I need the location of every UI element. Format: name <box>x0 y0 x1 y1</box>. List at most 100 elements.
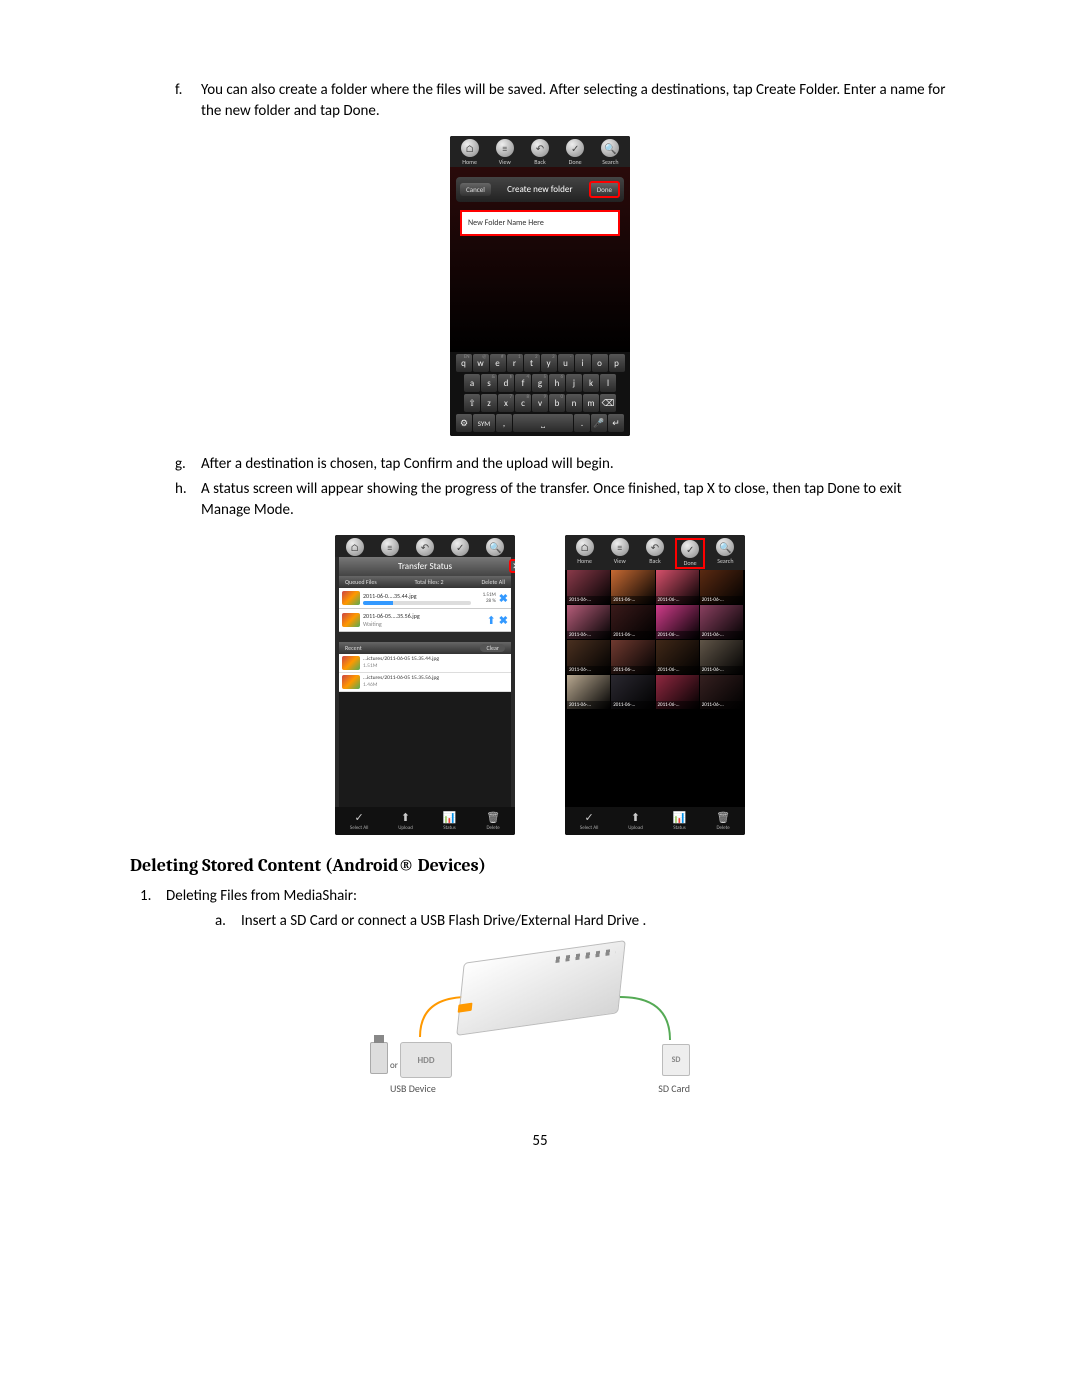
gallery-thumbnail[interactable]: 2011-06-... <box>611 675 654 709</box>
marker: g. <box>175 454 201 475</box>
key-i[interactable]: i <box>575 354 591 372</box>
key-r[interactable]: r1 <box>507 354 523 372</box>
gallery-thumbnail[interactable]: 2011-06-... <box>611 605 654 639</box>
key-o[interactable]: o <box>592 354 608 372</box>
key-⇧[interactable]: ⇧ <box>464 394 480 412</box>
key-g[interactable]: g5 <box>532 374 548 392</box>
back-button[interactable]: ↶Back <box>640 538 670 569</box>
thumbnail-label: 2011-06-... <box>567 701 610 709</box>
gallery-thumbnail[interactable]: 2011-06-... <box>567 605 610 639</box>
key-q[interactable]: qEN <box>456 354 472 372</box>
thumbnail-label: 2011-06-... <box>656 596 699 604</box>
search-button[interactable]: 🔍Search <box>595 139 625 166</box>
folder-name-input[interactable]: New Folder Name Here <box>460 210 620 236</box>
sd-card-label: SD Card <box>658 1082 690 1095</box>
status-button[interactable]: 📊Status <box>443 811 457 831</box>
gallery-thumbnail[interactable]: 2011-06-... <box>611 570 654 604</box>
key-period[interactable]: . <box>574 414 590 432</box>
gallery-thumbnail[interactable]: 2011-06-... <box>567 570 610 604</box>
gallery-thumbnail[interactable]: 2011-06-... <box>700 640 743 674</box>
gallery-thumbnail[interactable]: 2011-06-... <box>656 675 699 709</box>
search-button[interactable]: 🔍Search <box>710 538 740 569</box>
done-button[interactable]: ✓ <box>445 538 475 556</box>
cancel-icon[interactable]: ✖ <box>499 614 508 627</box>
gallery-thumbnail[interactable]: 2011-06-... <box>700 570 743 604</box>
gallery-thumbnail[interactable]: 2011-06-... <box>700 675 743 709</box>
view-button[interactable]: ≡View <box>605 538 635 569</box>
key-comma[interactable]: , <box>496 414 512 432</box>
key-y[interactable]: y3 <box>541 354 557 372</box>
key-settings[interactable]: ⚙ <box>456 414 472 432</box>
key-sym[interactable]: SYM <box>473 414 495 432</box>
key-j[interactable]: j <box>566 374 582 392</box>
key-u[interactable]: u- <box>558 354 574 372</box>
key-p[interactable]: p <box>609 354 625 372</box>
gallery-grid[interactable]: 2011-06-...2011-06-...2011-06-...2011-06… <box>565 570 745 807</box>
close-button-highlighted[interactable]: ✕ <box>509 559 515 573</box>
back-icon: ↶ <box>646 538 664 556</box>
key-a[interactable]: a <box>464 374 480 392</box>
usb-stick-icon <box>370 1042 388 1074</box>
key-x[interactable]: x7 <box>498 394 514 412</box>
home-button[interactable]: ⌂ <box>340 538 370 556</box>
marker: 1. <box>140 886 166 907</box>
gallery-thumbnail[interactable]: 2011-06-... <box>611 640 654 674</box>
key-l[interactable]: l <box>600 374 616 392</box>
home-button[interactable]: ⌂Home <box>570 538 600 569</box>
thumbnail-label: 2011-06-... <box>611 596 654 604</box>
step-text: Insert a SD Card or connect a USB Flash … <box>241 911 646 932</box>
clear-button[interactable]: Clear <box>480 644 505 652</box>
key-⌫[interactable]: ⌫ <box>600 394 616 412</box>
cancel-icon[interactable]: ✖ <box>499 592 508 605</box>
back-button[interactable]: ↶Back <box>525 139 555 166</box>
gallery-thumbnail[interactable]: 2011-06-... <box>656 570 699 604</box>
back-button[interactable]: ↶ <box>410 538 440 556</box>
key-m[interactable]: m <box>583 394 599 412</box>
home-button[interactable]: ⌂Home <box>455 139 485 166</box>
delete-button[interactable]: 🗑Delete <box>716 811 730 831</box>
key-k[interactable]: k <box>583 374 599 392</box>
gallery-thumbnail[interactable]: 2011-06-... <box>567 675 610 709</box>
delete-all-button[interactable]: Delete All <box>481 578 505 586</box>
key-space[interactable]: ⎵ <box>513 414 573 432</box>
key-w[interactable]: w@ <box>473 354 489 372</box>
done-button[interactable]: ✓Done <box>560 139 590 166</box>
thumbnail-label: 2011-06-... <box>700 631 743 639</box>
select-all-button[interactable]: ✓Select All <box>350 811 369 831</box>
done-button-highlighted[interactable]: Done <box>589 181 620 198</box>
key-b[interactable]: b0 <box>549 394 565 412</box>
status-button[interactable]: 📊Status <box>673 811 687 831</box>
thumbnail-label: 2011-06-... <box>567 596 610 604</box>
search-button[interactable]: 🔍 <box>480 538 510 556</box>
gallery-thumbnail[interactable]: 2011-06-... <box>700 605 743 639</box>
select-all-button[interactable]: ✓Select All <box>580 811 599 831</box>
key-z[interactable]: z <box>481 394 497 412</box>
upload-button[interactable]: ⬆Upload <box>398 811 413 831</box>
key-d[interactable]: d$ <box>498 374 514 392</box>
key-h[interactable]: h6 <box>549 374 565 392</box>
screenshot-transfer-gallery: ⌂ ≡ ↶ ✓ 🔍 Transfer Status ✕ Queued Files… <box>130 535 950 835</box>
key-c[interactable]: c8 <box>515 394 531 412</box>
key-t[interactable]: t2 <box>524 354 540 372</box>
view-button[interactable]: ≡View <box>490 139 520 166</box>
key-n[interactable]: n <box>566 394 582 412</box>
view-button[interactable]: ≡ <box>375 538 405 556</box>
cancel-button[interactable]: Cancel <box>460 183 491 196</box>
done-button-highlighted[interactable]: ✓Done <box>675 538 705 569</box>
keyboard[interactable]: qENw@e#r1t2y3u-iop as&d$f4g5h6jkl ⇧zx7c8… <box>450 352 630 436</box>
gallery-thumbnail[interactable]: 2011-06-... <box>567 640 610 674</box>
key-f[interactable]: f4 <box>515 374 531 392</box>
key-e[interactable]: e# <box>490 354 506 372</box>
delete-button[interactable]: 🗑Delete <box>486 811 500 831</box>
thumbnail-label: 2011-06-... <box>567 666 610 674</box>
thumbnail-label: 2011-06-... <box>656 631 699 639</box>
gallery-thumbnail[interactable]: 2011-06-... <box>656 605 699 639</box>
upload-button[interactable]: ⬆Upload <box>628 811 643 831</box>
transfer-item-2: 2011-06-05....35.56.jpg Waiting ⬆ ✖ <box>339 609 511 632</box>
key-v[interactable]: v9 <box>532 394 548 412</box>
key-mic[interactable]: 🎤 <box>591 414 607 432</box>
trash-icon: 🗑 <box>486 811 500 824</box>
key-enter[interactable]: ↵ <box>608 414 624 432</box>
gallery-thumbnail[interactable]: 2011-06-... <box>656 640 699 674</box>
key-s[interactable]: s& <box>481 374 497 392</box>
